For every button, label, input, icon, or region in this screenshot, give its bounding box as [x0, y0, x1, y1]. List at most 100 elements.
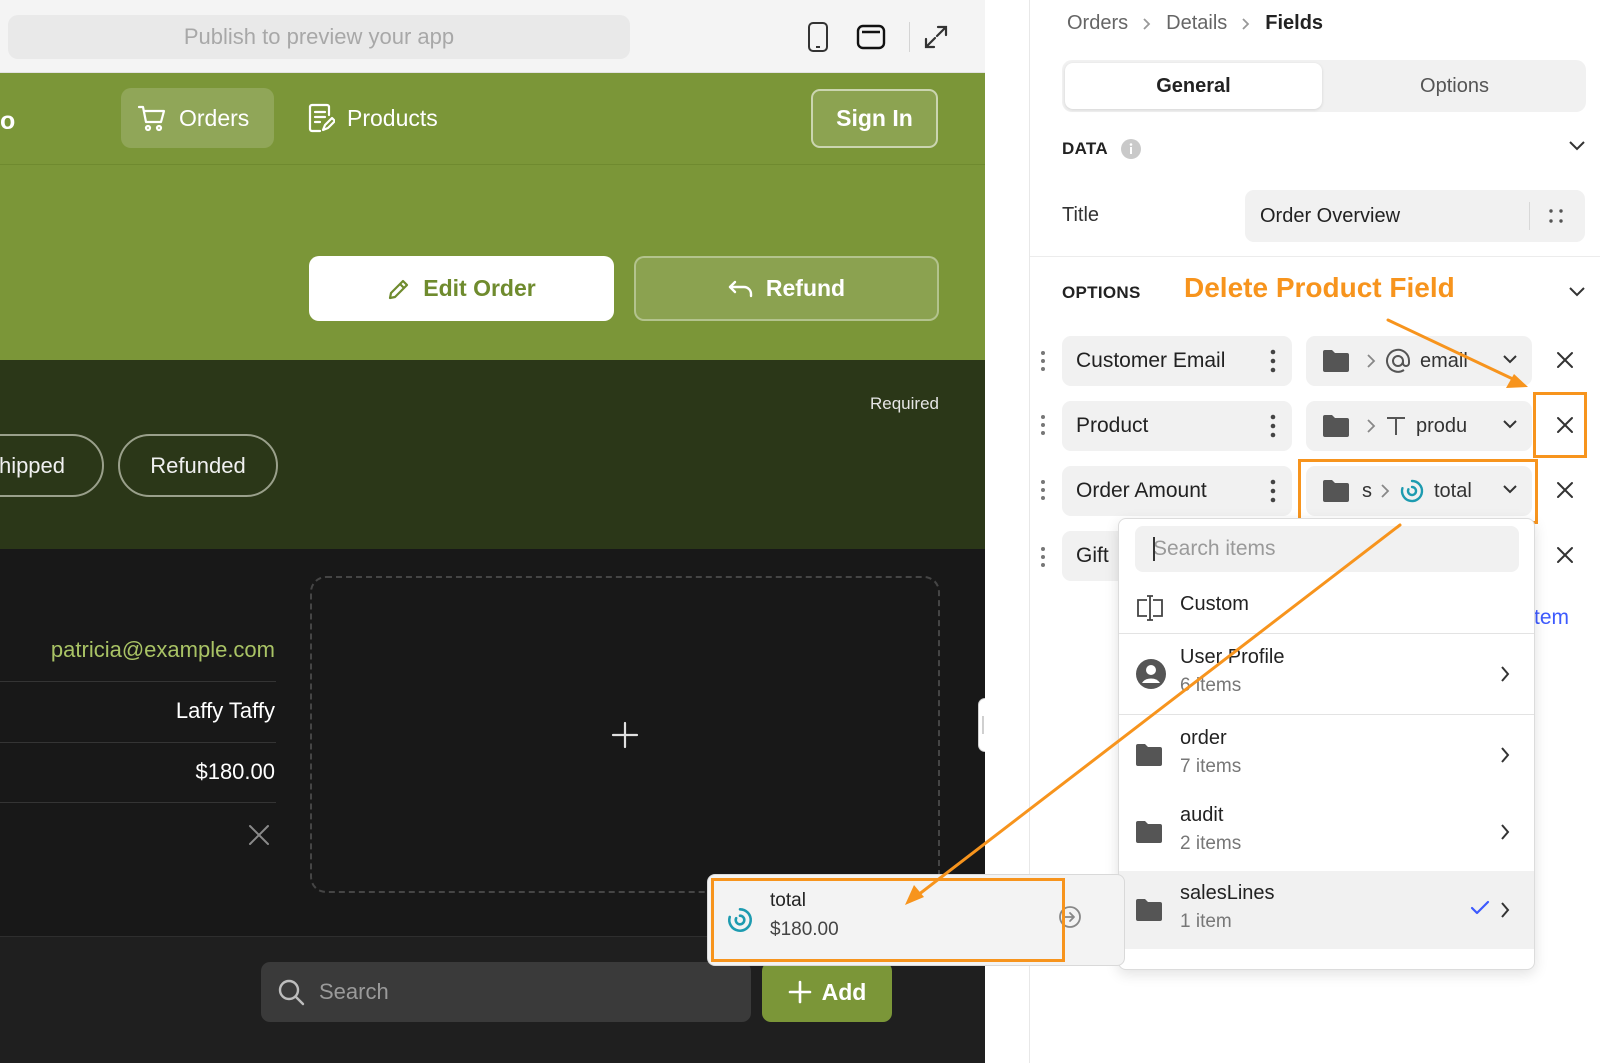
preview-toolbar: Publish to preview your app [0, 0, 985, 73]
dropdown-item-count: 2 items [1180, 833, 1242, 854]
add-item-link[interactable]: tem [1534, 606, 1569, 630]
add-button[interactable]: Add [762, 962, 892, 1022]
product-value: Laffy Taffy [175, 698, 275, 723]
section-divider [1030, 256, 1600, 257]
chevron-right-icon [1366, 353, 1376, 369]
tab-general[interactable]: General [1065, 63, 1322, 109]
folder-icon [1135, 820, 1163, 844]
search-input[interactable]: Search [261, 962, 751, 1022]
plus-icon [611, 721, 639, 749]
close-icon[interactable] [248, 824, 270, 846]
dropdown-item-order[interactable]: order 7 items [1119, 715, 1534, 793]
phone-icon[interactable] [800, 18, 836, 56]
status-section: Required hipped Refunded [0, 360, 985, 549]
info-icon[interactable] [1120, 138, 1142, 160]
sign-in-button[interactable]: Sign In [811, 89, 938, 148]
nav-orders-label: Orders [179, 104, 250, 131]
breadcrumb-details[interactable]: Details [1166, 12, 1227, 35]
expand-icon[interactable] [918, 18, 954, 56]
dropdown-item-custom[interactable]: Custom [1119, 581, 1534, 631]
drag-handle-icon[interactable] [1040, 414, 1046, 436]
nav-products-label: Products [347, 104, 438, 131]
binding-dots-icon[interactable] [1547, 207, 1565, 225]
drag-handle-icon[interactable] [1040, 546, 1046, 568]
dropdown-item-label: Custom [1180, 593, 1249, 615]
chevron-right-icon [1366, 418, 1376, 434]
nav-products[interactable]: Products [291, 88, 461, 148]
folder-icon [1135, 743, 1163, 767]
dropdown-item-count: 7 items [1180, 756, 1242, 777]
pencil-icon [387, 277, 411, 301]
status-pill-refunded[interactable]: Refunded [118, 434, 278, 497]
panel-tabs: General Options [1062, 60, 1586, 112]
app-navbar: o Orders Products Sign In [0, 73, 985, 165]
add-label: Add [821, 978, 867, 1005]
nav-orders[interactable]: Orders [121, 88, 274, 148]
remove-field-button[interactable] [1556, 351, 1574, 369]
chevron-right-icon [1500, 823, 1510, 841]
cart-icon [137, 103, 167, 133]
chevron-down-icon [1498, 419, 1518, 429]
field-name-product[interactable]: Product [1062, 401, 1292, 451]
field-name-customer-email[interactable]: Customer Email [1062, 336, 1292, 386]
chevron-right-icon [1500, 665, 1510, 683]
chevron-down-icon[interactable] [1568, 286, 1586, 298]
more-vertical-icon[interactable] [1270, 349, 1276, 373]
dropdown-item-audit[interactable]: audit 2 items [1119, 793, 1534, 871]
url-bar[interactable]: Publish to preview your app [8, 15, 630, 59]
input-divider [1529, 202, 1530, 230]
chevron-down-icon [1498, 354, 1518, 364]
chevron-right-icon [1241, 17, 1251, 31]
dropdown-item-saleslines[interactable]: salesLines 1 item [1119, 871, 1534, 949]
field-path-value: produ [1416, 414, 1468, 437]
order-header: Edit Order Refund [0, 165, 985, 360]
more-vertical-icon[interactable] [1270, 479, 1276, 503]
tab-options[interactable]: Options [1326, 63, 1583, 109]
title-value: Order Overview [1260, 204, 1401, 227]
folder-icon [1322, 414, 1350, 438]
dropdown-search-input[interactable]: Search items [1135, 526, 1519, 572]
field-binding-customer-email[interactable]: email [1306, 336, 1532, 386]
drag-handle-icon[interactable] [1040, 479, 1046, 501]
tablet-icon[interactable] [853, 18, 889, 56]
edit-order-button[interactable]: Edit Order [309, 256, 614, 321]
undo-icon [728, 279, 754, 299]
drag-handle-icon[interactable] [1040, 350, 1046, 372]
text-caret [1153, 537, 1155, 561]
breadcrumb-orders[interactable]: Orders [1067, 12, 1128, 35]
dropdown-item-user-profile[interactable]: User Profile 6 items [1119, 634, 1534, 714]
refund-button[interactable]: Refund [634, 256, 939, 321]
amount-value: $180.00 [195, 759, 275, 784]
dropdown-item-label: salesLines [1180, 882, 1275, 904]
remove-field-button[interactable] [1556, 481, 1574, 499]
annotation-label: Delete Product Field [1184, 272, 1455, 303]
add-component-dropzone[interactable] [310, 576, 940, 893]
breadcrumb: Orders Details Fields [1067, 12, 1323, 35]
search-icon [277, 978, 305, 1006]
folder-icon [1322, 349, 1350, 373]
chevron-right-icon [1500, 746, 1510, 764]
document-list-icon [307, 103, 335, 133]
field-name-order-amount[interactable]: Order Amount [1062, 466, 1292, 516]
chevron-down-icon[interactable] [1568, 140, 1586, 152]
check-icon [1470, 900, 1490, 916]
edit-order-label: Edit Order [423, 275, 536, 301]
toolbar-divider [909, 22, 910, 52]
breadcrumb-fields: Fields [1265, 12, 1324, 34]
chevron-right-icon [1142, 17, 1152, 31]
remove-field-button[interactable] [1556, 546, 1574, 564]
field-name-label: Gift [1076, 544, 1109, 567]
status-pill-shipped[interactable]: hipped [0, 434, 104, 497]
title-label: Title [1062, 204, 1100, 226]
more-vertical-icon[interactable] [1270, 414, 1276, 438]
title-input[interactable]: Order Overview [1245, 190, 1585, 242]
field-binding-product[interactable]: produ [1306, 401, 1532, 451]
user-profile-icon [1135, 658, 1167, 690]
data-section-label: DATA [1062, 139, 1108, 158]
required-label: Required [870, 394, 939, 413]
data-section-header[interactable]: DATA [1062, 138, 1142, 160]
custom-text-icon [1135, 594, 1165, 622]
field-name-label: Product [1076, 414, 1149, 437]
dropdown-item-label: order [1180, 727, 1227, 749]
options-section-header[interactable]: OPTIONS [1062, 283, 1141, 303]
